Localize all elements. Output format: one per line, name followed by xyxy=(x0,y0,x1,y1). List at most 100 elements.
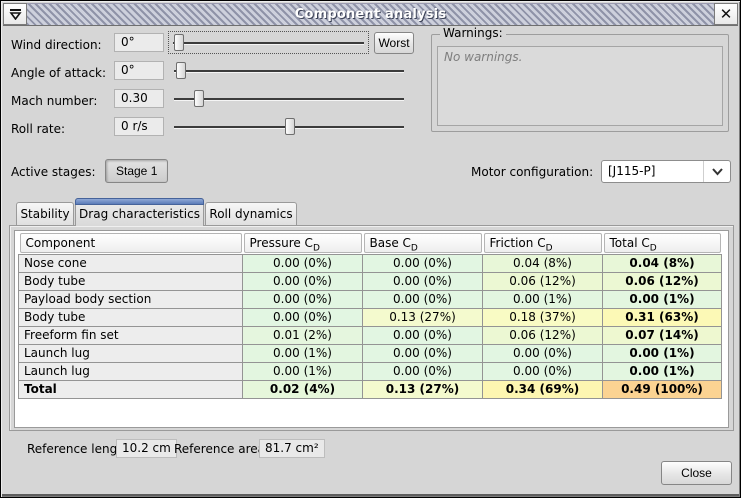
wind-direction-label: Wind direction: xyxy=(11,38,102,52)
title-bar: Component analysis ✕ xyxy=(3,3,738,26)
column-header: Pressure CD xyxy=(244,233,362,253)
motor-configuration-label: Motor configuration: xyxy=(471,165,593,179)
wind-direction-slider[interactable] xyxy=(168,31,369,54)
wind-direction-field[interactable]: 0° xyxy=(114,33,164,52)
value-cell: 0.04 (8%) xyxy=(483,254,603,272)
window-menu-button[interactable] xyxy=(3,3,27,25)
value-cell: 0.00 (1%) xyxy=(603,290,722,308)
drag-characteristics-panel: ComponentPressure CDBase CDFriction CDTo… xyxy=(9,225,734,431)
warnings-title: Warnings: xyxy=(440,26,506,40)
mach-number-slider[interactable] xyxy=(169,87,409,110)
window-menu-icon xyxy=(9,8,22,20)
value-cell: 0.00 (0%) xyxy=(243,308,363,326)
table-row: Freeform fin set0.01 (2%)0.00 (0%)0.06 (… xyxy=(19,326,722,344)
value-cell: 0.06 (12%) xyxy=(603,272,722,290)
drag-table: ComponentPressure CDBase CDFriction CDTo… xyxy=(18,232,722,399)
column-header: Total CD xyxy=(604,233,721,253)
reference-area-value: 81.7 cm² xyxy=(259,439,325,458)
column-header: Base CD xyxy=(364,233,482,253)
value-cell: 0.00 (0%) xyxy=(363,290,483,308)
worst-button[interactable]: Worst xyxy=(374,32,414,54)
value-cell: 0.06 (12%) xyxy=(483,272,603,290)
warnings-list: No warnings. xyxy=(437,46,723,126)
slider-thumb[interactable] xyxy=(174,34,184,51)
reference-area-label: Reference area: xyxy=(174,442,269,456)
window-close-button[interactable]: ✕ xyxy=(714,3,738,25)
value-cell: 0.34 (69%) xyxy=(483,380,603,398)
tab-drag-characteristics[interactable]: Drag characteristics xyxy=(75,198,204,226)
angle-of-attack-slider[interactable] xyxy=(169,59,409,82)
component-cell: Freeform fin set xyxy=(19,326,243,344)
warnings-group: Warnings: No warnings. xyxy=(431,34,729,132)
value-cell: 0.00 (0%) xyxy=(363,326,483,344)
no-warnings-text: No warnings. xyxy=(444,50,522,64)
angle-of-attack-label: Angle of attack: xyxy=(11,66,106,80)
roll-rate-slider[interactable] xyxy=(169,115,409,138)
component-analysis-dialog: Component analysis ✕ Wind direction: 0° … xyxy=(0,0,741,498)
component-cell: Launch lug xyxy=(19,344,243,362)
value-cell: 0.00 (1%) xyxy=(603,362,722,380)
component-cell: Nose cone xyxy=(19,254,243,272)
table-row: Body tube0.00 (0%)0.00 (0%)0.06 (12%)0.0… xyxy=(19,272,722,290)
component-cell: Payload body section xyxy=(19,290,243,308)
value-cell: 0.02 (4%) xyxy=(243,380,363,398)
component-cell: Body tube xyxy=(19,308,243,326)
slider-thumb[interactable] xyxy=(194,90,204,107)
value-cell: 0.06 (12%) xyxy=(483,326,603,344)
reference-length-value: 10.2 cm xyxy=(116,439,177,458)
slider-track xyxy=(174,70,404,72)
close-button[interactable]: Close xyxy=(661,461,732,485)
stage-1-toggle[interactable]: Stage 1 xyxy=(105,159,168,183)
tab-roll-dynamics[interactable]: Roll dynamics xyxy=(205,202,297,226)
value-cell: 0.07 (14%) xyxy=(603,326,722,344)
column-header: Friction CD xyxy=(484,233,602,253)
slider-track xyxy=(173,42,364,44)
window-title-area: Component analysis xyxy=(27,3,714,25)
window-title: Component analysis xyxy=(295,7,447,22)
value-cell: 0.00 (0%) xyxy=(243,254,363,272)
table-row: Body tube0.00 (0%)0.13 (27%)0.18 (37%)0.… xyxy=(19,308,722,326)
value-cell: 0.00 (0%) xyxy=(363,272,483,290)
motor-configuration-value: [J115-P] xyxy=(602,161,703,182)
table-row: Total0.02 (4%)0.13 (27%)0.34 (69%)0.49 (… xyxy=(19,380,722,398)
value-cell: 0.00 (0%) xyxy=(483,362,603,380)
value-cell: 0.01 (2%) xyxy=(243,326,363,344)
component-cell: Body tube xyxy=(19,272,243,290)
close-icon: ✕ xyxy=(720,7,733,22)
mach-number-label: Mach number: xyxy=(11,94,97,108)
roll-rate-field[interactable]: 0 r/s xyxy=(114,117,164,136)
angle-of-attack-field[interactable]: 0° xyxy=(114,61,164,80)
value-cell: 0.00 (0%) xyxy=(363,254,483,272)
value-cell: 0.00 (0%) xyxy=(483,344,603,362)
chevron-down-icon xyxy=(703,161,730,182)
active-stages-label: Active stages: xyxy=(11,165,96,179)
motor-configuration-select[interactable]: [J115-P] xyxy=(601,160,731,183)
value-cell: 0.00 (1%) xyxy=(243,362,363,380)
value-cell: 0.31 (63%) xyxy=(603,308,722,326)
table-row: Launch lug0.00 (1%)0.00 (0%)0.00 (0%)0.0… xyxy=(19,344,722,362)
tab-stability[interactable]: Stability xyxy=(16,202,74,226)
drag-table-scrollpane[interactable]: ComponentPressure CDBase CDFriction CDTo… xyxy=(14,230,729,428)
component-cell: Launch lug xyxy=(19,362,243,380)
roll-rate-label: Roll rate: xyxy=(11,122,65,136)
value-cell: 0.00 (1%) xyxy=(483,290,603,308)
table-row: Launch lug0.00 (1%)0.00 (0%)0.00 (0%)0.0… xyxy=(19,362,722,380)
value-cell: 0.00 (0%) xyxy=(243,272,363,290)
component-cell: Total xyxy=(19,380,243,398)
table-row: Nose cone0.00 (0%)0.00 (0%)0.04 (8%)0.04… xyxy=(19,254,722,272)
value-cell: 0.00 (0%) xyxy=(363,362,483,380)
value-cell: 0.04 (8%) xyxy=(603,254,722,272)
value-cell: 0.00 (0%) xyxy=(243,290,363,308)
mach-number-field[interactable]: 0.30 xyxy=(114,89,164,108)
column-header: Component xyxy=(20,233,242,253)
value-cell: 0.00 (0%) xyxy=(363,344,483,362)
value-cell: 0.18 (37%) xyxy=(483,308,603,326)
slider-track xyxy=(174,98,404,100)
value-cell: 0.13 (27%) xyxy=(363,380,483,398)
value-cell: 0.49 (100%) xyxy=(603,380,722,398)
slider-thumb[interactable] xyxy=(285,118,295,135)
table-row: Payload body section0.00 (0%)0.00 (0%)0.… xyxy=(19,290,722,308)
slider-thumb[interactable] xyxy=(176,62,186,79)
value-cell: 0.13 (27%) xyxy=(363,308,483,326)
value-cell: 0.00 (1%) xyxy=(243,344,363,362)
